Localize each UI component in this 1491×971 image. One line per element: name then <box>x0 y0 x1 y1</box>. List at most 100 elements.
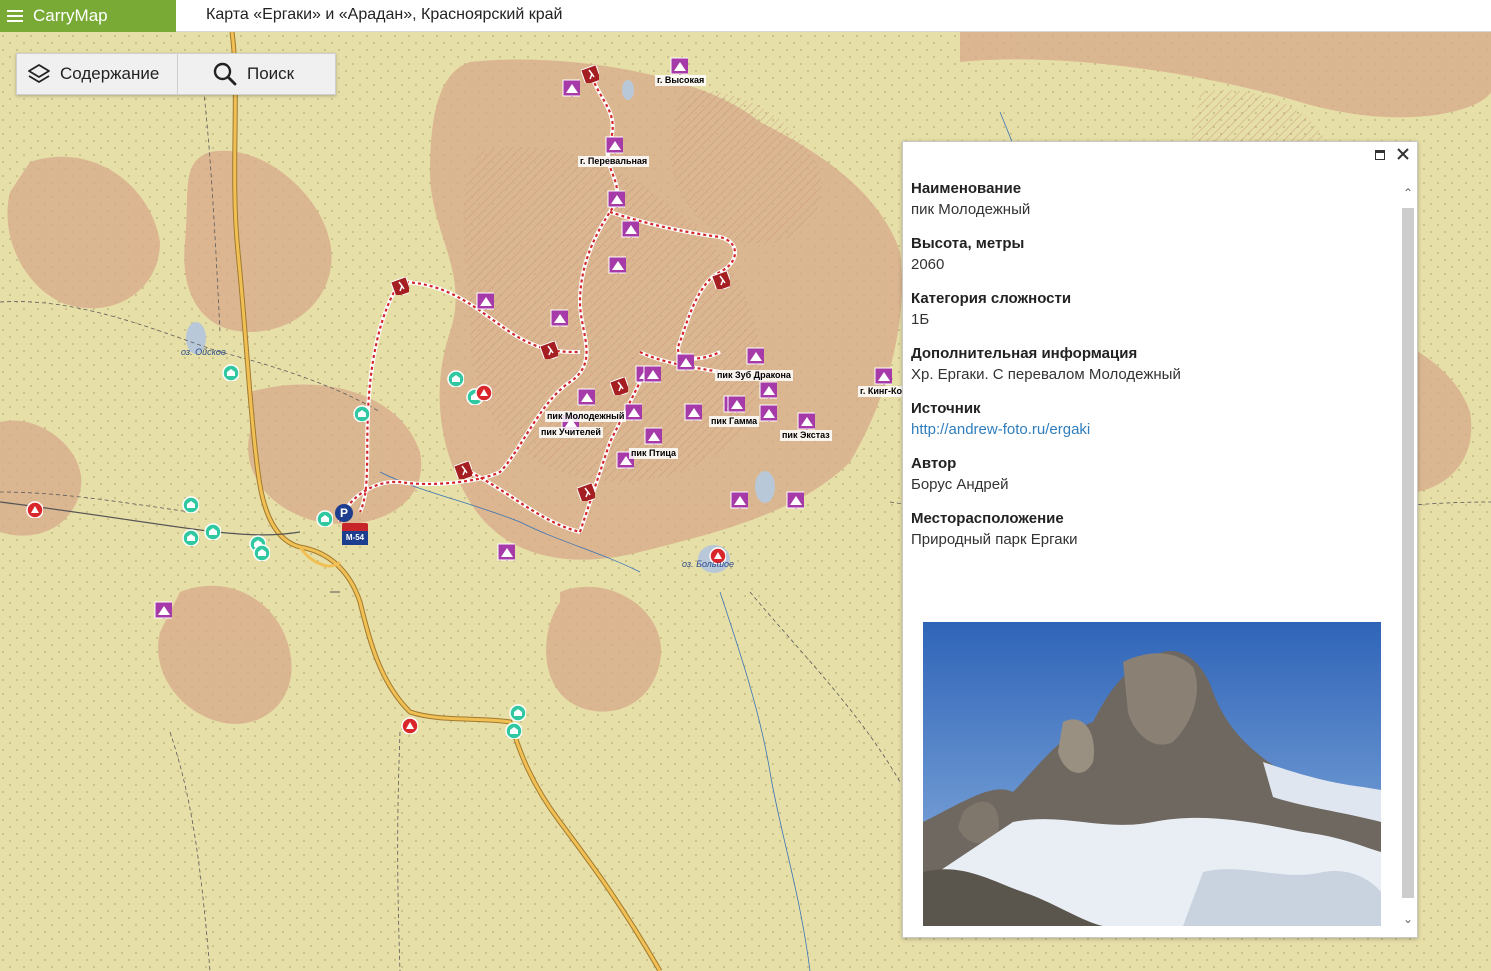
label-ekstaz: пик Экстаз <box>780 430 832 441</box>
field-value: 2060 <box>911 256 945 273</box>
maximize-icon[interactable] <box>1375 148 1385 162</box>
field-author: Автор Борус Андрей <box>911 453 1395 495</box>
field-extra-info: Дополнительная информация Хр. Ергаки. С … <box>911 343 1395 385</box>
field-source: Источник http://andrew-foto.ru/ergaki <box>911 398 1395 440</box>
shelter-icon[interactable] <box>203 522 221 540</box>
label-vysokaya: г. Высокая <box>655 75 707 86</box>
popup-scrollbar[interactable]: ⌃ ⌄ <box>1401 180 1415 932</box>
field-label: Высота, метры <box>911 235 1025 252</box>
field-value: Борус Андрей <box>911 476 1009 493</box>
brand-name: CarryMap <box>33 6 108 25</box>
rescue-icon[interactable] <box>25 500 43 518</box>
peak-marker-icon[interactable] <box>621 220 639 238</box>
road-number: М-54 <box>342 531 368 545</box>
label-molodezhny: пик Молодежный <box>545 411 627 422</box>
shelter-icon[interactable] <box>221 363 239 381</box>
mountain-photo[interactable] <box>923 622 1381 926</box>
hiker-icon[interactable] <box>540 341 558 359</box>
label-oyskoe: оз. Ойское <box>181 347 226 357</box>
field-height: Высота, метры 2060 <box>911 233 1395 275</box>
label-ptitsa: пик Птица <box>629 448 679 459</box>
peak-marker-icon[interactable] <box>643 365 661 383</box>
peak-marker-icon[interactable] <box>608 256 626 274</box>
field-label: Дополнительная информация <box>911 345 1138 362</box>
peak-marker-icon[interactable] <box>730 491 748 509</box>
peak-marker-icon[interactable] <box>607 190 625 208</box>
peak-marker-icon[interactable] <box>797 412 815 430</box>
hiker-icon[interactable] <box>454 461 472 479</box>
peak-marker-icon[interactable] <box>670 57 688 75</box>
hiker-icon[interactable] <box>712 271 730 289</box>
field-label: Автор <box>911 455 957 472</box>
search-icon <box>213 62 237 86</box>
hiker-icon[interactable] <box>577 483 595 501</box>
label-king-kong: г. Кинг-Ко <box>858 386 905 397</box>
peak-marker-icon[interactable] <box>727 395 745 413</box>
field-label: Наименование <box>911 180 1022 197</box>
feature-popup: Наименование пик Молодежный Высота, метр… <box>902 141 1418 938</box>
shelter-icon[interactable] <box>446 369 464 387</box>
peak-marker-icon[interactable] <box>874 367 892 385</box>
source-link[interactable]: http://andrew-foto.ru/ergaki <box>911 419 1395 440</box>
peak-marker-icon[interactable] <box>746 347 764 365</box>
label-gamma: пик Гамма <box>709 416 760 427</box>
shelter-icon[interactable] <box>181 495 199 513</box>
peak-marker-icon[interactable] <box>605 136 623 154</box>
scroll-down-icon[interactable]: ⌄ <box>1401 912 1415 926</box>
peak-marker-icon[interactable] <box>759 404 777 422</box>
label-bolshoe: оз. Большое <box>682 559 735 569</box>
search-button[interactable]: Поиск <box>177 54 335 94</box>
road-shield: М-54 <box>342 523 368 545</box>
close-icon[interactable] <box>1397 148 1409 162</box>
field-location: Месторасположение Природный парк Ергаки <box>911 508 1395 550</box>
field-value: Природный парк Ергаки <box>911 531 1078 548</box>
contents-button[interactable]: Содержание <box>17 54 177 94</box>
hiker-icon[interactable] <box>391 277 409 295</box>
peak-marker-icon[interactable] <box>644 427 662 445</box>
top-bar: CarryMap Карта «Ергаки» и «Арадан», Крас… <box>0 0 1491 32</box>
scroll-up-icon[interactable]: ⌃ <box>1401 186 1415 200</box>
peak-marker-icon[interactable] <box>154 601 172 619</box>
label-zub-drakona: пик Зуб Дракона <box>715 370 793 381</box>
search-label: Поиск <box>247 64 295 83</box>
shelter-icon[interactable] <box>504 721 522 739</box>
map-title: Карта «Ергаки» и «Арадан», Красноярский … <box>206 6 563 23</box>
hiker-icon[interactable] <box>610 377 628 395</box>
label-uchitel: пик Учителей <box>539 427 603 438</box>
map-toolbar: Содержание Поиск <box>16 53 336 95</box>
peak-marker-icon[interactable] <box>624 403 642 421</box>
peak-marker-icon[interactable] <box>562 79 580 97</box>
peak-marker-icon[interactable] <box>550 309 568 327</box>
peak-marker-icon[interactable] <box>676 353 694 371</box>
field-label: Категория сложности <box>911 290 1072 307</box>
rescue-icon[interactable] <box>400 716 418 734</box>
brand-menu[interactable]: CarryMap <box>0 0 176 32</box>
contents-label: Содержание <box>60 64 160 83</box>
parking-icon[interactable]: P <box>335 504 353 522</box>
field-value: Хр. Ергаки. С перевалом Молодежный <box>911 366 1181 383</box>
peak-marker-icon[interactable] <box>759 381 777 399</box>
scroll-thumb[interactable] <box>1402 208 1414 898</box>
peak-marker-icon[interactable] <box>476 292 494 310</box>
peak-marker-icon[interactable] <box>577 388 595 406</box>
shelter-icon[interactable] <box>508 703 526 721</box>
shelter-icon[interactable] <box>315 509 333 527</box>
shelter-icon[interactable] <box>252 543 270 561</box>
label-perevalnaya: г. Перевальная <box>578 156 650 167</box>
peak-marker-icon[interactable] <box>786 491 804 509</box>
field-name: Наименование пик Молодежный <box>911 178 1395 220</box>
hiker-icon[interactable] <box>581 65 599 83</box>
menu-icon[interactable] <box>7 10 23 22</box>
popup-content: Наименование пик Молодежный Высота, метр… <box>911 178 1395 563</box>
shelter-icon[interactable] <box>352 404 370 422</box>
layers-icon <box>28 64 50 83</box>
shelter-icon[interactable] <box>181 528 199 546</box>
field-label: Источник <box>911 400 981 417</box>
peak-marker-icon[interactable] <box>684 403 702 421</box>
field-category: Категория сложности 1Б <box>911 288 1395 330</box>
field-label: Месторасположение <box>911 510 1064 527</box>
field-value: пик Молодежный <box>911 201 1031 218</box>
rescue-icon[interactable] <box>474 383 492 401</box>
peak-marker-icon[interactable] <box>497 543 515 561</box>
field-value: 1Б <box>911 311 930 328</box>
